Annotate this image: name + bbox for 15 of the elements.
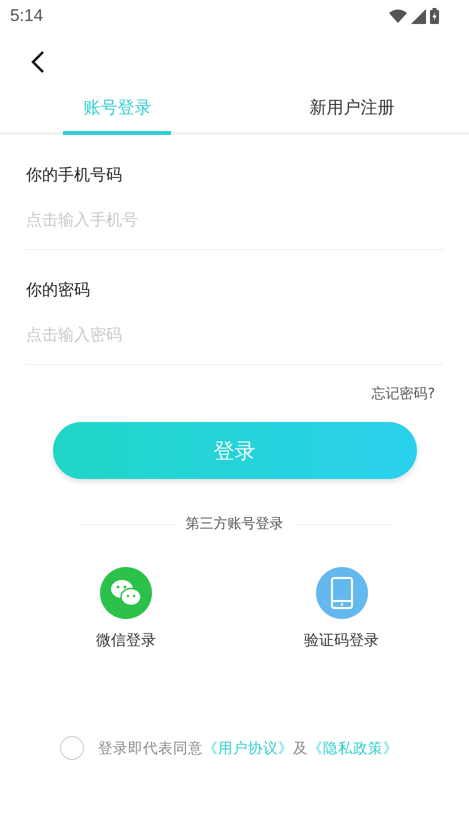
tab[interactable]: 新用户注册	[298, 88, 406, 135]
login-option[interactable]: 验证码登录	[304, 567, 379, 650]
agree-checkbox[interactable]	[60, 736, 84, 760]
field-label: 你的手机号码	[26, 165, 122, 186]
section-title: 第三方账号登录	[186, 515, 284, 533]
login-option[interactable]: 微信登录	[96, 567, 156, 650]
battery-icon	[430, 8, 439, 24]
wifi-icon	[389, 9, 407, 23]
phone-icon	[316, 567, 368, 619]
signal-icon	[411, 8, 426, 24]
forgot-password-link[interactable]: 忘记密码?	[372, 385, 435, 403]
field-label: 你的密码	[26, 280, 90, 301]
status-time: 5:14	[10, 6, 44, 26]
chat-bubbles-icon	[100, 567, 152, 619]
agreement-text: 登录即代表同意《用户协议》及《隐私政策》	[98, 740, 398, 758]
